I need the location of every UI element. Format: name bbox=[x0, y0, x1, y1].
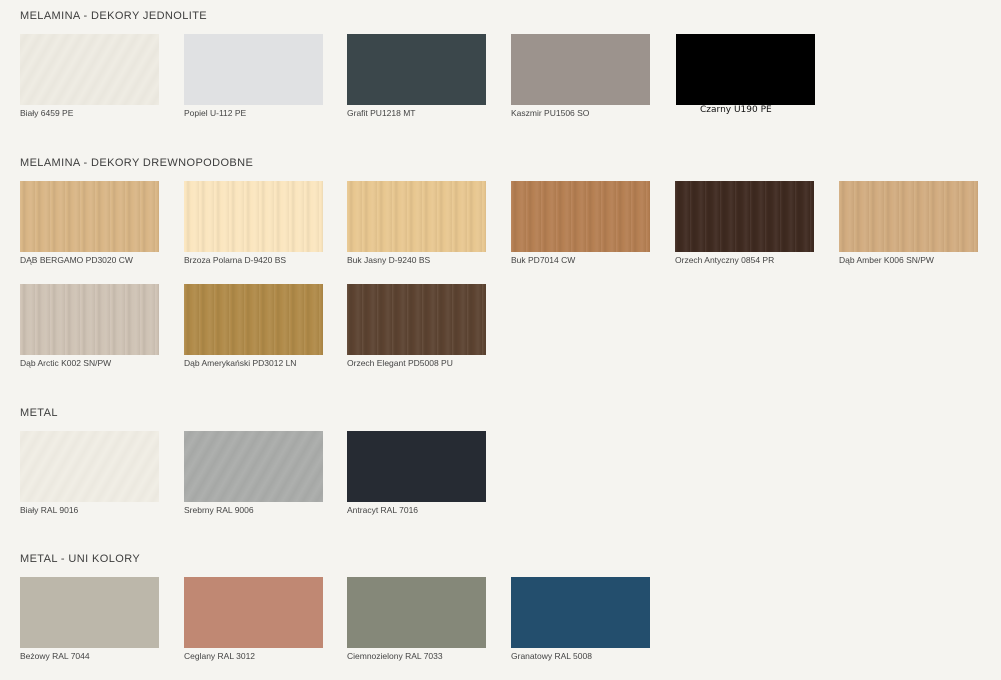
color-chip bbox=[347, 431, 486, 502]
color-chip bbox=[184, 284, 323, 355]
color-chip bbox=[511, 34, 650, 105]
swatch-label: Kaszmir PU1506 SO bbox=[511, 108, 590, 118]
swatch-bialy-6459[interactable]: Biały 6459 PE bbox=[20, 34, 159, 119]
swatch-label: Popiel U-112 PE bbox=[184, 108, 247, 118]
swatch-label: Granatowy RAL 5008 bbox=[511, 651, 592, 661]
color-chip bbox=[347, 34, 486, 105]
swatch-label: Buk Jasny D-9240 BS bbox=[347, 255, 431, 265]
swatch-bialy-ral9016[interactable]: Biały RAL 9016 bbox=[20, 431, 159, 516]
color-chip bbox=[347, 181, 486, 252]
color-chip bbox=[511, 577, 650, 648]
swatch-granatowy-ral5008[interactable]: Granatowy RAL 5008 bbox=[511, 577, 650, 662]
swatch-label: Buk PD7014 CW bbox=[511, 255, 576, 265]
swatch-label: Dąb Amber K006 SN/PW bbox=[839, 255, 934, 265]
color-chip bbox=[184, 577, 323, 648]
swatch-czarny-u190[interactable]: Czarny U190 PE bbox=[676, 34, 815, 116]
color-chip bbox=[20, 181, 159, 252]
color-chip bbox=[20, 431, 159, 502]
swatch-label: Srebrny RAL 9006 bbox=[184, 505, 254, 515]
swatch-label: Grafit PU1218 MT bbox=[347, 108, 416, 118]
swatch-brzoza-polarna[interactable]: Brzoza Polarna D-9420 BS bbox=[184, 181, 323, 266]
swatch-label: Orzech Antyczny 0854 PR bbox=[675, 255, 775, 265]
swatch-dab-amber[interactable]: Dąb Amber K006 SN/PW bbox=[839, 181, 978, 266]
color-chip bbox=[675, 181, 814, 252]
swatch-label: Orzech Elegant PD5008 PU bbox=[347, 358, 453, 368]
color-chip bbox=[20, 284, 159, 355]
swatch-grafit-pu1218[interactable]: Grafit PU1218 MT bbox=[347, 34, 486, 119]
swatch-label: DĄB BERGAMO PD3020 CW bbox=[20, 255, 133, 265]
swatch-kaszmir-pu1506[interactable]: Kaszmir PU1506 SO bbox=[511, 34, 650, 119]
color-chip bbox=[676, 34, 815, 105]
swatch-bezowy-ral7044[interactable]: Beżowy RAL 7044 bbox=[20, 577, 159, 662]
swatch-buk-pd7014[interactable]: Buk PD7014 CW bbox=[511, 181, 650, 266]
swatch-label: Dąb Amerykański PD3012 LN bbox=[184, 358, 297, 368]
swatch-popiel-u112[interactable]: Popiel U-112 PE bbox=[184, 34, 323, 119]
swatch-label: Ceglany RAL 3012 bbox=[184, 651, 256, 661]
section-title-metal-uni-kolory: METAL - UNI KOLORY bbox=[20, 553, 141, 565]
section-title-melamina-jednolite: MELAMINA - DEKORY JEDNOLITE bbox=[20, 10, 208, 22]
swatch-label: Ciemnozielony RAL 7033 bbox=[347, 651, 443, 661]
swatch-dab-arctic[interactable]: Dąb Arctic K002 SN/PW bbox=[20, 284, 159, 369]
swatch-dab-amerykanski[interactable]: Dąb Amerykański PD3012 LN bbox=[184, 284, 323, 369]
swatch-buk-jasny[interactable]: Buk Jasny D-9240 BS bbox=[347, 181, 486, 266]
color-chip bbox=[184, 431, 323, 502]
swatch-label: Brzoza Polarna D-9420 BS bbox=[184, 255, 287, 265]
swatch-label: Beżowy RAL 7044 bbox=[20, 651, 90, 661]
swatch-ceglany-ral3012[interactable]: Ceglany RAL 3012 bbox=[184, 577, 323, 662]
section-title-melamina-drewnopodobne: MELAMINA - DEKORY DREWNOPODOBNE bbox=[20, 157, 254, 169]
swatch-label: Antracyt RAL 7016 bbox=[347, 505, 419, 515]
swatch-label: Biały 6459 PE bbox=[20, 108, 74, 118]
section-title-metal: METAL bbox=[20, 407, 58, 419]
swatch-srebrny-ral9006[interactable]: Srebrny RAL 9006 bbox=[184, 431, 323, 516]
swatch-label: Dąb Arctic K002 SN/PW bbox=[20, 358, 112, 368]
color-chip bbox=[184, 181, 323, 252]
swatch-dab-bergamo[interactable]: DĄB BERGAMO PD3020 CW bbox=[20, 181, 159, 266]
swatch-label: Biały RAL 9016 bbox=[20, 505, 79, 515]
color-chip bbox=[839, 181, 978, 252]
swatch-orzech-antyczny[interactable]: Orzech Antyczny 0854 PR bbox=[675, 181, 814, 266]
color-chip bbox=[20, 577, 159, 648]
color-chip bbox=[184, 34, 323, 105]
color-chip bbox=[347, 577, 486, 648]
swatch-orzech-elegant[interactable]: Orzech Elegant PD5008 PU bbox=[347, 284, 486, 369]
color-chip bbox=[20, 34, 159, 105]
swatch-label: Czarny U190 PE bbox=[700, 105, 772, 115]
color-chip bbox=[511, 181, 650, 252]
swatch-ciemnozielony-ral7033[interactable]: Ciemnozielony RAL 7033 bbox=[347, 577, 486, 662]
color-chip bbox=[347, 284, 486, 355]
swatch-antracyt-ral7016[interactable]: Antracyt RAL 7016 bbox=[347, 431, 486, 516]
